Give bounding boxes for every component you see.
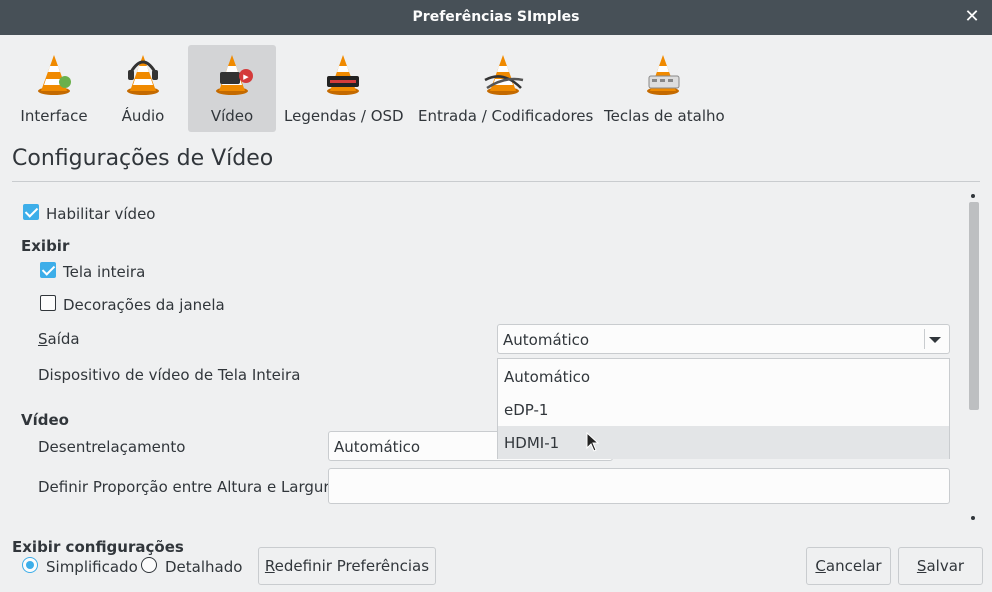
dropdown-option-hdmi-1[interactable]: HDMI-1 <box>498 426 949 459</box>
fullscreen-label[interactable]: Tela inteira <box>63 263 145 281</box>
output-label-mnemonic: S <box>38 330 48 348</box>
output-label-rest: aída <box>47 330 80 348</box>
fullscreen-device-label: Dispositivo de vídeo de Tela Inteira <box>38 366 301 384</box>
tab-subtitles-osd-label: Legendas / OSD <box>284 107 404 125</box>
close-icon[interactable]: ✕ <box>962 7 982 27</box>
vlc-cone-cables-icon <box>484 55 524 95</box>
mouse-cursor-icon <box>586 432 600 452</box>
aspect-ratio-input[interactable] <box>328 468 950 504</box>
cancel-label-rest: ancelar <box>825 557 882 575</box>
output-select[interactable]: Automático <box>497 324 950 354</box>
tab-audio-label: Áudio <box>121 107 165 125</box>
tab-input-codecs[interactable]: Entrada / Codificadores <box>418 45 594 132</box>
show-settings-label: Exibir configurações <box>12 538 184 556</box>
reset-mnemonic: R <box>264 557 275 575</box>
dropdown-option-label: HDMI-1 <box>504 434 560 452</box>
fullscreen-checkbox[interactable] <box>40 262 56 278</box>
window-title: Preferências SImples <box>412 9 580 25</box>
enable-video-checkbox[interactable] <box>23 204 39 220</box>
output-select-value: Automático <box>503 331 590 349</box>
scroll-up-dot[interactable] <box>971 194 975 198</box>
dropdown-option-label: eDP-1 <box>504 401 549 419</box>
tab-video-label: Vídeo <box>210 107 254 125</box>
cancel-mnemonic: C <box>815 557 826 575</box>
output-label: Saída <box>38 330 80 348</box>
divider <box>12 181 980 182</box>
reset-preferences-button[interactable]: Redefinir Preferências <box>258 547 436 585</box>
tab-audio[interactable]: Áudio <box>110 45 176 132</box>
vlc-cone-hotkeys-icon <box>647 55 680 95</box>
tab-input-codecs-label: Entrada / Codificadores <box>418 107 594 125</box>
deinterlace-select-value: Automático <box>334 438 421 456</box>
vlc-cone-interface-icon <box>38 55 71 95</box>
cancel-button[interactable]: Cancelar <box>806 547 891 585</box>
dropdown-option-automatico[interactable]: Automático <box>498 360 949 393</box>
display-heading: Exibir <box>21 237 70 255</box>
page-title: Configurações de Vídeo <box>12 146 274 171</box>
tab-subtitles-osd[interactable]: Legendas / OSD <box>284 45 404 132</box>
tab-interface[interactable]: Interface <box>12 45 96 132</box>
svg-text:▶: ▶ <box>243 73 249 81</box>
video-heading: Vídeo <box>21 411 69 429</box>
tab-hotkeys-label: Teclas de atalho <box>604 107 725 125</box>
scrollbar-thumb[interactable] <box>969 202 979 410</box>
tab-interface-label: Interface <box>20 107 88 125</box>
simple-radio-label[interactable]: Simplificado <box>46 558 138 576</box>
detailed-radio-label[interactable]: Detalhado <box>165 558 242 576</box>
tab-video[interactable]: ▶ Vídeo <box>188 45 276 132</box>
vlc-cone-video-icon: ▶ <box>216 55 253 95</box>
select-separator <box>924 329 925 349</box>
window-decorations-label[interactable]: Decorações da janela <box>63 296 225 314</box>
dropdown-option-edp-1[interactable]: eDP-1 <box>498 393 949 426</box>
save-label-rest: alvar <box>926 557 965 575</box>
vlc-cone-headphones-icon <box>127 55 159 95</box>
detailed-radio[interactable] <box>141 557 157 573</box>
window-titlebar: Preferências SImples ✕ <box>0 0 992 35</box>
reset-label-rest: edefinir Preferências <box>274 557 430 575</box>
aspect-ratio-label: Definir Proporção entre Altura e Largura <box>38 478 339 496</box>
dropdown-option-label: Automático <box>504 368 591 386</box>
deinterlace-label: Desentrelaçamento <box>38 438 186 456</box>
scroll-down-dot[interactable] <box>971 516 975 520</box>
simple-radio[interactable] <box>22 557 38 573</box>
output-device-dropdown: Automático eDP-1 HDMI-1 <box>497 358 950 459</box>
enable-video-label[interactable]: Habilitar vídeo <box>46 205 155 223</box>
chevron-down-icon <box>929 337 941 343</box>
vlc-cone-subtitles-icon <box>327 55 359 95</box>
window-decorations-checkbox[interactable] <box>40 295 56 311</box>
save-button[interactable]: Salvar <box>898 547 983 585</box>
tab-hotkeys[interactable]: Teclas de atalho <box>604 45 725 132</box>
